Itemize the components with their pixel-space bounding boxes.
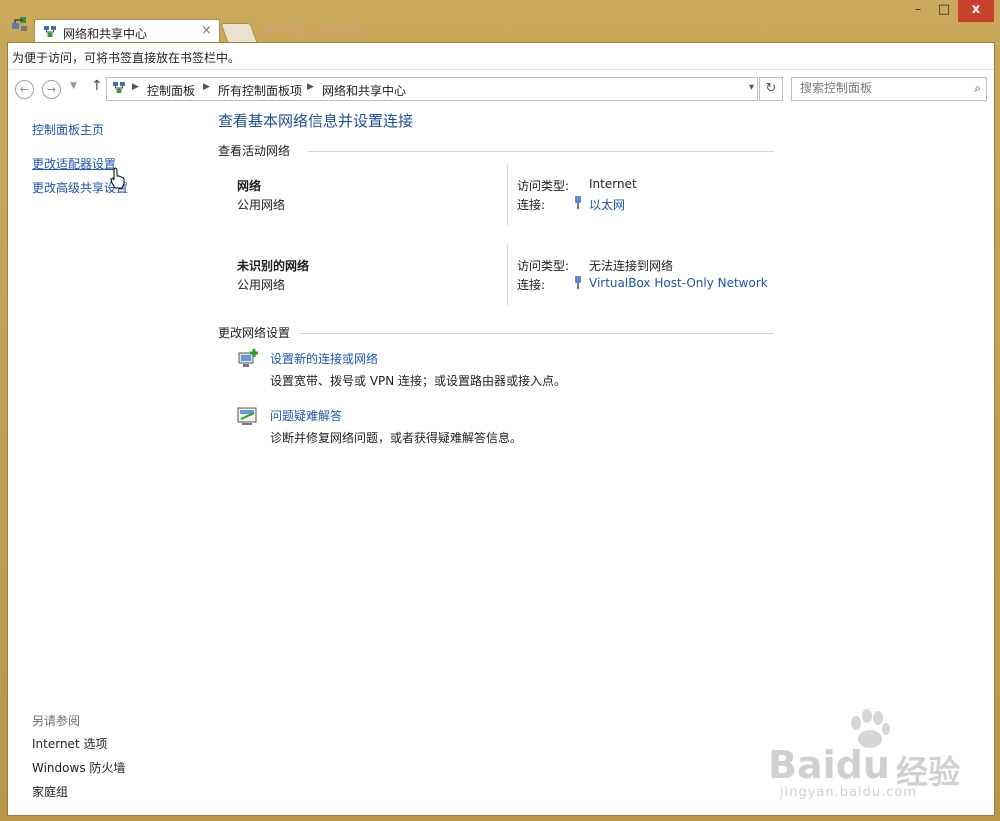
access-type-value: 无法连接到网络 [589,259,674,273]
tab-network-center[interactable]: 网络和共享中心 × [34,19,220,44]
network-divider [507,164,508,226]
window-frame: 网络和共享中心 × 不一锅，不二两 – □ x 为便于访问，可将书签直接放在书签… [0,0,1000,821]
new-tab-button[interactable] [220,23,258,43]
access-type-label: 访问类型: [517,179,570,193]
ethernet-icon [575,196,581,209]
maximize-button[interactable]: □ [931,0,957,22]
back-arrow-icon[interactable]: ← [15,80,34,99]
see-also-windows-firewall[interactable]: Windows 防火墙 [32,759,125,776]
network-name: 网络 [237,179,262,193]
breadcrumb-separator-icon[interactable]: ▶ [307,82,314,92]
connection-label: 连接: [517,278,546,292]
explorer-client: 为便于访问，可将书签直接放在书签栏中。 ← → ▼ ↑ ▶ 控制面板 ▶ 所有控… [7,42,995,816]
connection-virtualbox-link[interactable]: VirtualBox Host-Only Network [589,276,768,290]
search-input[interactable] [792,78,968,98]
breadcrumb-network-center[interactable]: 网络和共享中心 [322,82,406,99]
see-also-heading: 另请参阅 [32,714,81,728]
see-also-homegroup[interactable]: 家庭组 [32,783,68,800]
up-arrow-icon[interactable]: ↑ [91,78,103,94]
breadcrumb-separator-icon[interactable]: ▶ [132,82,139,92]
title-watermark: 不一锅，不二两 [262,25,360,41]
refresh-icon[interactable]: ↻ [759,77,783,101]
troubleshoot-icon [237,407,257,425]
setup-connection-desc: 设置宽带、拨号或 VPN 连接；或设置路由器或接入点。 [270,374,567,388]
bookmark-hint: 为便于访问，可将书签直接放在书签栏中。 [12,51,241,65]
active-networks-heading: 查看活动网络 [218,144,291,158]
access-type-label: 访问类型: [517,259,570,273]
baidu-brand: Baidu [768,743,890,787]
tab-close-icon[interactable]: × [201,23,212,38]
ethernet-icon [575,276,581,289]
baidu-jingyan-watermark: Baidu 经验 jingyan.baidu.com [768,709,988,811]
breadcrumb-all-items[interactable]: 所有控制面板项 [218,82,302,99]
troubleshoot-link[interactable]: 问题疑难解答 [270,407,342,424]
setup-connection-link[interactable]: 设置新的连接或网络 [270,350,378,367]
minimize-button[interactable]: – [905,0,931,22]
section-divider [308,151,774,152]
network-app-icon [12,17,27,31]
network-name: 未识别的网络 [237,259,310,273]
left-link-adapter-settings[interactable]: 更改适配器设置 [32,155,116,172]
new-connection-icon [238,349,258,367]
hand-cursor-icon [110,167,125,189]
search-box[interactable]: ⌕ [791,77,987,101]
search-icon[interactable]: ⌕ [974,81,981,96]
address-bar[interactable]: ▶ 控制面板 ▶ 所有控制面板项 ▶ 网络和共享中心 ▾ [106,77,758,101]
baidu-url: jingyan.baidu.com [780,785,917,800]
network-type-link[interactable]: 公用网络 [237,276,285,293]
change-settings-heading: 更改网络设置 [218,326,291,340]
network-sharing-icon [44,26,56,37]
connection-ethernet-link[interactable]: 以太网 [589,196,625,213]
address-dropdown-chevron-icon[interactable]: ▾ [749,82,754,93]
tab-title: 网络和共享中心 [63,27,148,41]
close-button[interactable]: x [958,0,994,22]
network-divider [507,244,508,306]
network-type-link[interactable]: 公用网络 [237,196,285,213]
breadcrumb-separator-icon[interactable]: ▶ [203,82,210,92]
control-panel-icon [113,82,125,93]
page-title: 查看基本网络信息并设置连接 [218,112,414,130]
forward-arrow-icon[interactable]: → [42,80,61,99]
recent-locations-chevron-icon[interactable]: ▼ [70,81,77,91]
breadcrumb-control-panel[interactable]: 控制面板 [147,82,195,99]
connection-label: 连接: [517,198,546,212]
troubleshoot-desc: 诊断并修复网络问题，或者获得疑难解答信息。 [270,431,523,445]
see-also-internet-options[interactable]: Internet 选项 [32,735,107,752]
access-type-value: Internet [589,177,637,191]
left-link-cp-home[interactable]: 控制面板主页 [32,121,104,138]
bookmark-bar: 为便于访问，可将书签直接放在书签栏中。 [8,43,994,70]
section-divider [300,333,774,334]
